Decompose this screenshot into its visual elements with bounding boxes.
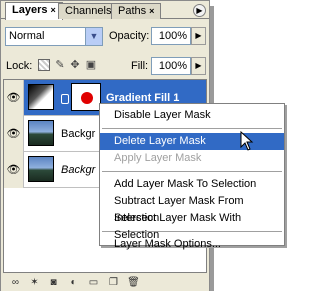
tab-close-icon[interactable]: × bbox=[50, 5, 55, 15]
new-group-icon[interactable]: ▭ bbox=[87, 277, 100, 289]
panel-menu-icon[interactable]: ▶ bbox=[193, 4, 206, 17]
blend-mode-select[interactable]: Normal ▼ bbox=[5, 27, 103, 46]
panel-tabs: Layers× Channels× Paths× ▶ bbox=[1, 1, 209, 20]
tab-paths-label: Paths bbox=[118, 5, 147, 17]
new-layer-icon[interactable]: ❐ bbox=[107, 277, 120, 289]
layer-thumbnail bbox=[28, 156, 54, 182]
tab-layers[interactable]: Layers × bbox=[5, 2, 63, 20]
lock-brush-icon[interactable]: ✎ bbox=[54, 59, 66, 71]
tab-layers-label: Layers bbox=[12, 4, 48, 16]
opacity-label: Opacity: bbox=[109, 30, 150, 42]
eye-icon[interactable]: 👁 bbox=[4, 80, 24, 116]
lock-fill-row: Lock: ✎ ✥ ▣ Fill: 100% ▶ bbox=[1, 56, 209, 78]
opacity-field[interactable]: 100% bbox=[151, 27, 191, 45]
mask-shape bbox=[81, 92, 93, 104]
tab-paths[interactable]: Paths × bbox=[111, 3, 162, 19]
chevron-down-icon[interactable]: ▼ bbox=[85, 28, 102, 45]
menu-item-apply-layer-mask[interactable]: Apply Layer Mask bbox=[100, 150, 284, 167]
panel-bottom-toolbar: ∞ ✶ ◙ ◐ ▭ ❐ 🗑 bbox=[1, 275, 209, 291]
add-mask-icon[interactable]: ◙ bbox=[47, 277, 60, 289]
fill-field[interactable]: 100% bbox=[151, 57, 191, 75]
opacity-arrow-icon[interactable]: ▶ bbox=[191, 27, 206, 45]
layer-thumbnail bbox=[28, 120, 54, 146]
lock-transparent-icon[interactable] bbox=[38, 59, 50, 71]
link-layers-icon[interactable]: ∞ bbox=[9, 277, 22, 289]
menu-item-subtract-mask-from-selection[interactable]: Subtract Layer Mask From Selection bbox=[100, 193, 284, 224]
layer-name: Backgr bbox=[61, 164, 96, 176]
menu-item-layer-mask-options[interactable]: Layer Mask Options... bbox=[100, 236, 284, 253]
tab-close-icon[interactable]: × bbox=[149, 6, 154, 16]
menu-item-intersect-mask-with-selection[interactable]: Intersect Layer Mask With Selection bbox=[100, 210, 284, 241]
fill-arrow-icon[interactable]: ▶ bbox=[191, 57, 206, 75]
link-icon[interactable] bbox=[61, 94, 69, 104]
layer-mask-thumbnail[interactable] bbox=[71, 83, 101, 111]
blend-opacity-row: Normal ▼ Opacity: 100% ▶ bbox=[1, 27, 209, 49]
layer-style-icon[interactable]: ✶ bbox=[28, 277, 41, 289]
adjustment-layer-icon[interactable]: ◐ bbox=[67, 277, 80, 289]
menu-item-delete-layer-mask[interactable]: Delete Layer Mask bbox=[100, 133, 284, 150]
menu-item-add-mask-to-selection[interactable]: Add Layer Mask To Selection bbox=[100, 176, 284, 193]
lock-all-icon[interactable]: ▣ bbox=[85, 59, 97, 71]
eye-icon[interactable]: 👁 bbox=[4, 116, 24, 152]
layer-thumbnail bbox=[28, 84, 54, 110]
menu-item-disable-layer-mask[interactable]: Disable Layer Mask bbox=[100, 107, 284, 124]
layer-name: Backgr bbox=[61, 128, 96, 140]
eye-icon[interactable]: 👁 bbox=[4, 152, 24, 188]
trash-icon[interactable]: 🗑 bbox=[127, 277, 140, 289]
lock-label: Lock: bbox=[6, 60, 33, 72]
menu-separator bbox=[102, 128, 282, 129]
blend-mode-value: Normal bbox=[9, 30, 45, 42]
lock-move-icon[interactable]: ✥ bbox=[69, 59, 81, 71]
mouse-cursor-icon bbox=[240, 131, 254, 151]
tab-channels-label: Channels bbox=[65, 5, 112, 17]
menu-separator bbox=[102, 171, 282, 172]
context-menu: Disable Layer Mask Delete Layer Mask App… bbox=[99, 103, 285, 250]
fill-label: Fill: bbox=[131, 60, 149, 72]
